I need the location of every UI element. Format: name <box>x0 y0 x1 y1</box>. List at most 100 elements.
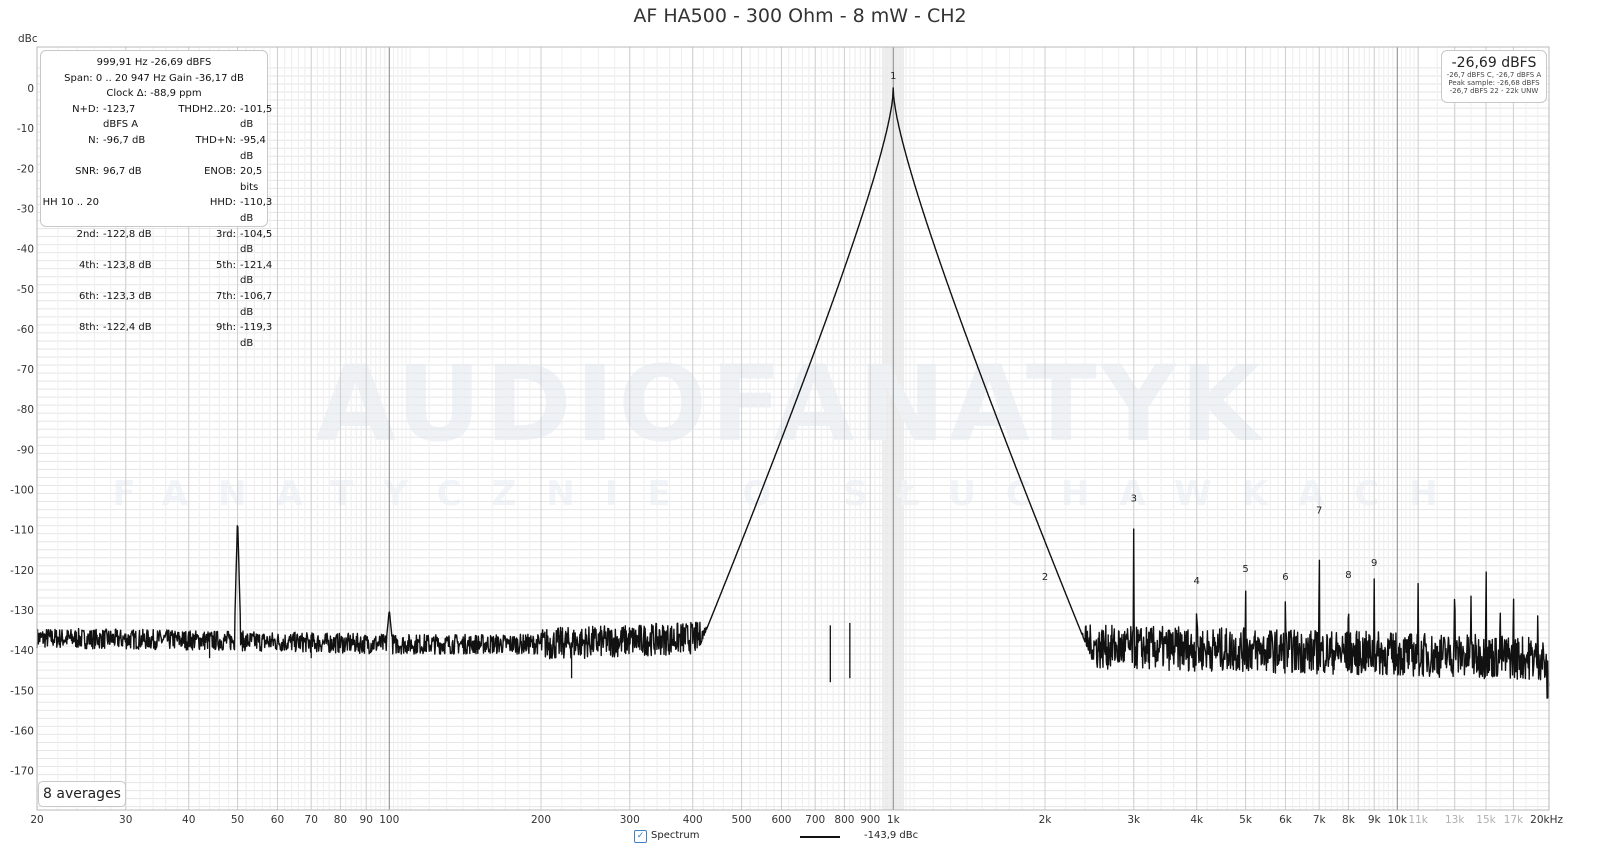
y-tick-label: -110 <box>10 525 34 537</box>
y-tick-label: 0 <box>27 83 34 95</box>
spectrum-checkbox[interactable]: ✓ <box>634 830 647 843</box>
stats-label: THDH2..20: <box>178 103 236 115</box>
x-tick-label: 500 <box>732 814 752 826</box>
x-tick-label: 900 <box>860 814 880 826</box>
x-tick-label: 2k <box>1039 814 1053 826</box>
level-panel: -26,69 dBFS -26,7 dBFS C, -26,7 dBFS A P… <box>1441 50 1547 103</box>
y-tick-label: -30 <box>17 203 34 215</box>
x-tick-label: 13k <box>1445 814 1465 826</box>
y-tick-label: -130 <box>10 605 34 617</box>
x-tick-label: 80 <box>334 814 347 826</box>
x-tick-label: 6k <box>1279 814 1293 826</box>
y-tick-label: -150 <box>10 685 34 697</box>
stats-value: -101,5 dB <box>240 103 273 131</box>
averages-badge: 8 averages <box>38 781 126 807</box>
harmonic-label: 1 <box>890 71 896 82</box>
stats-rows: N+D: -123,7 dBFS A THDH2..20: -101,5 dB N: -9… <box>41 102 273 352</box>
stats-row: 6th: -123,3 dB 7th: -106,7 dB <box>41 289 272 320</box>
x-tick-label: 20kHz <box>1530 814 1563 826</box>
stats-label: THD+N: <box>195 134 236 146</box>
x-tick-label: 20 <box>30 814 43 826</box>
x-tick-label: 10k <box>1388 814 1408 826</box>
stats-row: SNR: 96,7 dB ENOB: 20,5 bits <box>41 164 267 195</box>
y-tick-label: -10 <box>17 123 34 135</box>
stats-label: N+D: <box>72 103 99 115</box>
x-tick-label: 9k <box>1368 814 1382 826</box>
level-weighted: -26,7 dBFS C, -26,7 dBFS A <box>1446 71 1542 79</box>
x-tick-label: 15k <box>1476 814 1496 826</box>
stats-row: 8th: -122,4 dB 9th: -119,3 dB <box>41 320 272 351</box>
stats-row: N+D: -123,7 dBFS A THDH2..20: -101,5 dB <box>41 102 272 133</box>
x-tick-label: 40 <box>182 814 195 826</box>
stats-label: N: <box>88 134 99 146</box>
stats-value: -95,4 dB <box>240 134 266 162</box>
stats-value: -104,5 dB <box>240 228 273 256</box>
x-tick-label: 1k <box>887 814 901 826</box>
stats-value: -123,7 dBFS A <box>103 103 139 131</box>
stats-row: HH 10 .. 20 HHD: -110,3 dB <box>41 195 273 226</box>
stats-value: -106,7 dB <box>240 290 273 318</box>
stats-row: 2nd: -122,8 dB 3rd: -104,5 dB <box>41 227 273 258</box>
level-peak-sample: Peak sample: -26,68 dBFS <box>1448 79 1540 87</box>
y-tick-label: -60 <box>17 324 34 336</box>
stats-label: HH 10 .. 20 <box>42 197 99 209</box>
x-tick-label: 600 <box>771 814 791 826</box>
x-tick-label: 7k <box>1313 814 1327 826</box>
stats-label: 6th: <box>79 290 99 302</box>
y-tick-label: -100 <box>10 485 34 497</box>
x-tick-label: 11k <box>1408 814 1428 826</box>
y-tick-label: -70 <box>17 364 34 376</box>
y-tick-label: -40 <box>17 244 34 256</box>
stats-value: 96,7 dB <box>103 166 142 178</box>
y-axis-label: dBc <box>18 33 38 45</box>
stats-label: 8th: <box>79 322 99 334</box>
y-tick-label: -160 <box>10 725 34 737</box>
harmonic-label: 2 <box>1042 572 1048 583</box>
stats-frequency-level: 999,91 Hz -26,69 dBFS <box>96 57 212 68</box>
harmonic-label: 3 <box>1131 494 1137 505</box>
x-tick-label: 700 <box>805 814 825 826</box>
legend-line-swatch <box>800 836 840 838</box>
x-tick-label: 300 <box>620 814 640 826</box>
watermark: AUDIOFANATYK FANATYCZNIE O SŁUCHAWKACH <box>112 343 1437 514</box>
stats-label: 3rd: <box>215 228 236 240</box>
stats-label: 7th: <box>216 290 236 302</box>
x-tick-labels: 20 30 40 50 60 70 80 90 100 200 300 400 500 600 700 800… <box>30 814 1563 826</box>
stats-label: 4th: <box>79 259 99 271</box>
stats-label: HHD: <box>209 197 236 209</box>
stats-span-gain: Span: 0 .. 20 947 Hz Gain -36,17 dB <box>64 72 244 84</box>
level-main-value: -26,69 dBFS <box>1451 55 1537 71</box>
y-tick-label: -20 <box>17 163 34 175</box>
y-tick-label: -90 <box>17 444 34 456</box>
y-tick-label: -140 <box>10 645 34 657</box>
x-tick-label: 5k <box>1239 814 1253 826</box>
x-tick-label: 50 <box>231 814 244 826</box>
watermark-logo: AUDIOFANATYK <box>315 343 1264 465</box>
level-unweighted: -26,7 dBFS 22 - 22k UNW <box>1449 87 1539 95</box>
stats-value: -96,7 dB <box>103 134 146 146</box>
y-tick-label: -50 <box>17 284 34 296</box>
stats-clock: Clock Δ: -88,9 ppm <box>106 88 202 100</box>
harmonic-label: 6 <box>1282 572 1288 583</box>
y-tick-label: -120 <box>10 565 34 577</box>
x-tick-label: 200 <box>531 814 551 826</box>
harmonic-label: 9 <box>1371 558 1377 569</box>
harmonic-label: 7 <box>1316 506 1322 517</box>
x-tick-label: 17k <box>1504 814 1524 826</box>
x-tick-label: 90 <box>360 814 373 826</box>
stats-label: SNR: <box>75 166 99 178</box>
measurement-panel: 999,91 Hz -26,69 dBFS Span: 0 .. 20 947 … <box>40 50 272 349</box>
harmonic-label: 5 <box>1242 564 1248 575</box>
x-tick-label: 30 <box>119 814 132 826</box>
stats-label: 2nd: <box>76 228 99 240</box>
stats-label: ENOB: <box>204 166 236 178</box>
y-tick-labels: 0 -10 -20 -30 -40 -50 -60 -70 -80 -90 -100 -110 -120… <box>10 83 34 778</box>
stats-value: -123,3 dB <box>103 290 152 302</box>
x-tick-label: 400 <box>683 814 703 826</box>
harmonic-label: 4 <box>1194 576 1200 587</box>
x-tick-label: 70 <box>305 814 318 826</box>
stats-value: -122,8 dB <box>103 228 152 240</box>
legend-cursor-value: -143,9 dBc <box>864 830 919 841</box>
stats-value: -123,8 dB <box>103 259 152 271</box>
x-tick-label: 3k <box>1127 814 1141 826</box>
